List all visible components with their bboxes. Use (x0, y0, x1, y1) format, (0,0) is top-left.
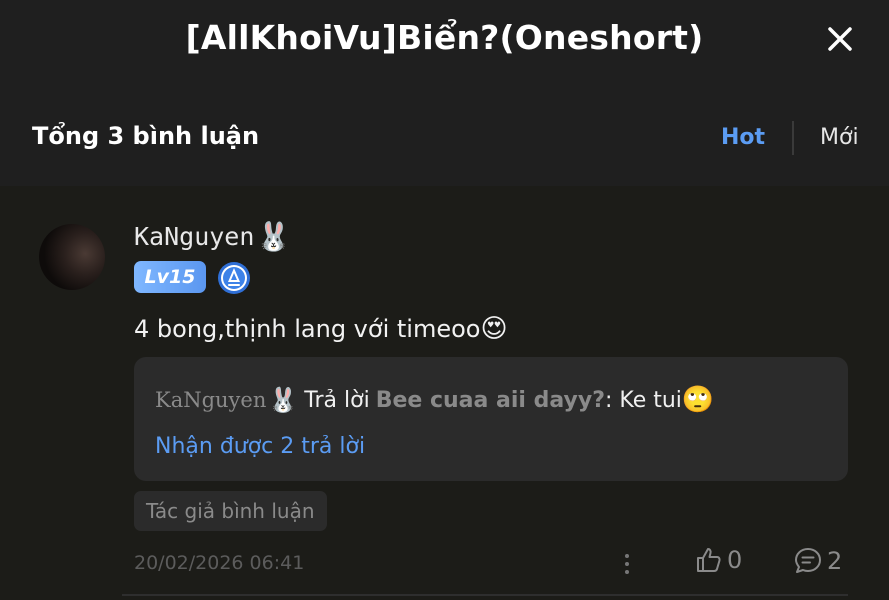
comment-total: Tổng 3 bình luận (32, 122, 260, 150)
view-replies-link[interactable]: Nhận được 2 trả lời (155, 434, 365, 459)
comment-username[interactable]: KaNguyen 🐰 (134, 220, 291, 253)
more-button[interactable] (620, 552, 634, 576)
reply-button[interactable]: 2 (793, 546, 842, 576)
author-tag: Tác giả bình luận (134, 491, 327, 531)
medal-icon (218, 262, 250, 294)
reply-line: KaNguyen 🐰 Trả lời Bee cuaa aii dayy? : … (155, 385, 714, 415)
thumbs-up-icon (697, 548, 721, 572)
comment-item: KaNguyen 🐰 Lv15 4 bong,thịnh lang với ti… (0, 186, 889, 600)
reply-text: : Ke tui (604, 387, 682, 413)
username-text: KaNguyen (134, 222, 255, 251)
chat-bubble-icon (795, 548, 821, 573)
sort-hot-tab[interactable]: Hot (721, 125, 765, 150)
eye-roll-emoji: 🙄 (681, 385, 715, 415)
reply-rabbit-emoji: 🐰 (268, 386, 299, 414)
story-title: [AllKhoiVu]Biển?(Oneshort) (185, 18, 704, 57)
close-icon (828, 27, 852, 51)
comment-timestamp: 20/02/2026 06:41 (134, 552, 305, 574)
like-count: 0 (727, 546, 743, 574)
avatar[interactable] (39, 224, 105, 290)
sort-divider (792, 121, 794, 155)
rabbit-emoji: 🐰 (256, 220, 292, 253)
more-vertical-icon (625, 554, 629, 574)
reply-verb: Trả lời (304, 387, 370, 413)
reply-count: 2 (827, 547, 843, 575)
like-button[interactable]: 0 (695, 546, 742, 574)
close-button[interactable] (825, 24, 855, 54)
reply-target: Bee cuaa aii dayy? (375, 387, 605, 413)
comment-text: 4 bong,thịnh lang với timeoo😍 (134, 314, 508, 344)
modal-header: [AllKhoiVu]Biển?(Oneshort) (0, 0, 889, 90)
comments-modal: [AllKhoiVu]Biển?(Oneshort) Tổng 3 bình l… (0, 0, 889, 600)
heart-eyes-emoji: 😍 (480, 314, 508, 344)
level-badge: Lv15 (134, 261, 206, 293)
sort-new-tab[interactable]: Mới (820, 125, 859, 150)
reply-username: KaNguyen (155, 388, 267, 412)
reply-preview[interactable]: KaNguyen 🐰 Trả lời Bee cuaa aii dayy? : … (134, 357, 848, 481)
comments-bar: Tổng 3 bình luận Hot Mới (0, 90, 889, 186)
comment-body: 4 bong,thịnh lang với timeoo (134, 315, 481, 343)
divider (122, 594, 848, 596)
